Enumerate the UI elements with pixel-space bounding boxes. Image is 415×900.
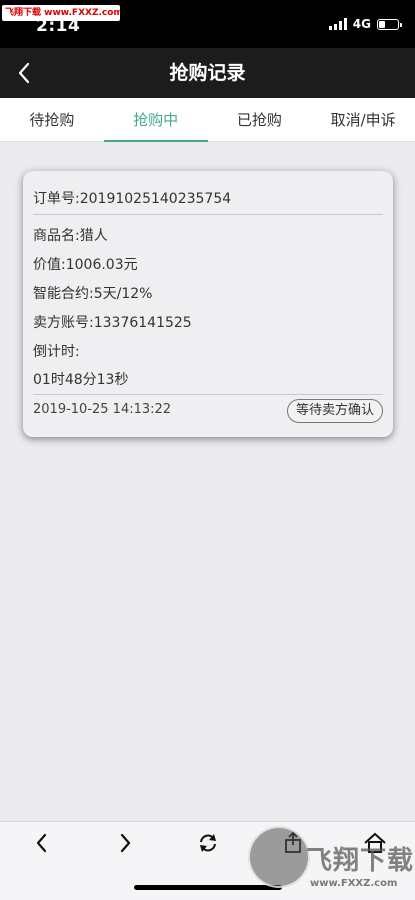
status-button[interactable]: 等待卖方确认: [286, 399, 383, 423]
card-divider-bottom: [33, 394, 383, 395]
nav-bar: 抢购记录: [0, 48, 415, 98]
logo-url: www.FXXZ.com: [310, 878, 398, 889]
tab-bar: 待抢购 抢购中 已抢购 取消/申诉: [0, 98, 415, 142]
refresh-icon[interactable]: [195, 830, 221, 856]
signal-icon: [328, 18, 347, 30]
logo-emblem-icon: [248, 826, 310, 888]
tab-in-progress[interactable]: 抢购中: [103, 98, 208, 142]
countdown-value: 01时48分13秒: [33, 372, 129, 388]
countdown-label: 倒计时:: [33, 344, 80, 360]
forward-icon[interactable]: [112, 830, 138, 856]
order-number: 订单号:20191025140235754: [33, 191, 232, 207]
status-indicators: 4G: [328, 17, 402, 31]
order-value: 价值:1006.03元: [33, 257, 138, 273]
battery-level: [379, 20, 385, 28]
status-time: 2:14: [36, 16, 81, 36]
back-icon[interactable]: [29, 830, 55, 856]
battery-icon: [377, 18, 402, 30]
product-name: 商品名:猎人: [33, 228, 108, 244]
seller-account: 卖方账号:13376141525: [33, 315, 192, 331]
watermark-logo: 飞翔下载 www.FXXZ.com: [246, 822, 414, 898]
status-bar: 飞翔下载 www.FXXZ.com 2:14 4G: [0, 0, 415, 48]
network-type: 4G: [352, 17, 371, 31]
card-divider: [33, 214, 383, 215]
tab-purchased[interactable]: 已抢购: [208, 98, 312, 141]
page-title: 抢购记录: [169, 62, 246, 84]
smart-contract: 智能合约:5天/12%: [33, 286, 153, 302]
tab-cancel-appeal[interactable]: 取消/申诉: [311, 98, 415, 141]
tab-pending[interactable]: 待抢购: [0, 98, 104, 141]
order-card[interactable]: 订单号:20191025140235754 商品名:猎人 价值:1006.03元…: [23, 171, 393, 437]
order-timestamp: 2019-10-25 14:13:22: [33, 402, 172, 417]
logo-text: 飞翔下载: [306, 846, 415, 876]
